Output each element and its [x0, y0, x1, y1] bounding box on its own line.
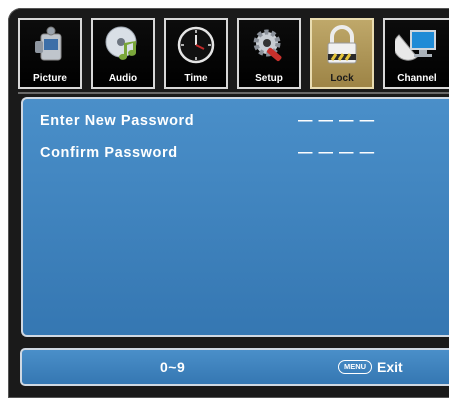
satellite-dish-icon	[395, 30, 436, 61]
wrench-gear-icon	[253, 29, 282, 62]
exit-hint: Exit	[377, 359, 403, 375]
confirm-password-field[interactable]: — — — —	[298, 145, 375, 161]
confirm-password-label: Confirm Password	[40, 145, 178, 161]
tab-label: Audio	[108, 73, 138, 84]
menu-key-icon: MENU	[338, 360, 372, 374]
tab-label: Setup	[255, 73, 283, 84]
lock-password-panel: Enter New Password — — — — Confirm Passw…	[21, 97, 449, 337]
new-password-row[interactable]: Enter New Password — — — —	[40, 110, 440, 132]
divider	[18, 92, 449, 94]
tab-label: Time	[184, 73, 208, 84]
audio-disc-icon	[105, 26, 137, 60]
clock-icon	[177, 26, 215, 64]
tab-label: Lock	[330, 73, 354, 84]
new-password-field[interactable]: — — — —	[298, 113, 375, 129]
tab-channel[interactable]: Channel	[383, 18, 449, 89]
tab-audio[interactable]: Audio	[91, 18, 155, 89]
tab-time[interactable]: Time	[164, 18, 228, 89]
confirm-password-row[interactable]: Confirm Password — — — —	[40, 142, 440, 164]
help-bar: 0~9 MENU Exit	[20, 348, 449, 386]
tab-label: Channel	[397, 73, 437, 84]
tab-picture[interactable]: Picture	[18, 18, 82, 89]
digit-range-hint: 0~9	[160, 359, 186, 375]
new-password-label: Enter New Password	[40, 113, 195, 129]
padlock-icon	[327, 25, 357, 64]
tab-label: Picture	[33, 73, 67, 84]
camera-icon	[35, 26, 62, 61]
menu-tabs: Picture Audio Time Setup Lock Channel	[16, 15, 449, 92]
tab-setup[interactable]: Setup	[237, 18, 301, 89]
tab-lock[interactable]: Lock	[310, 18, 374, 89]
